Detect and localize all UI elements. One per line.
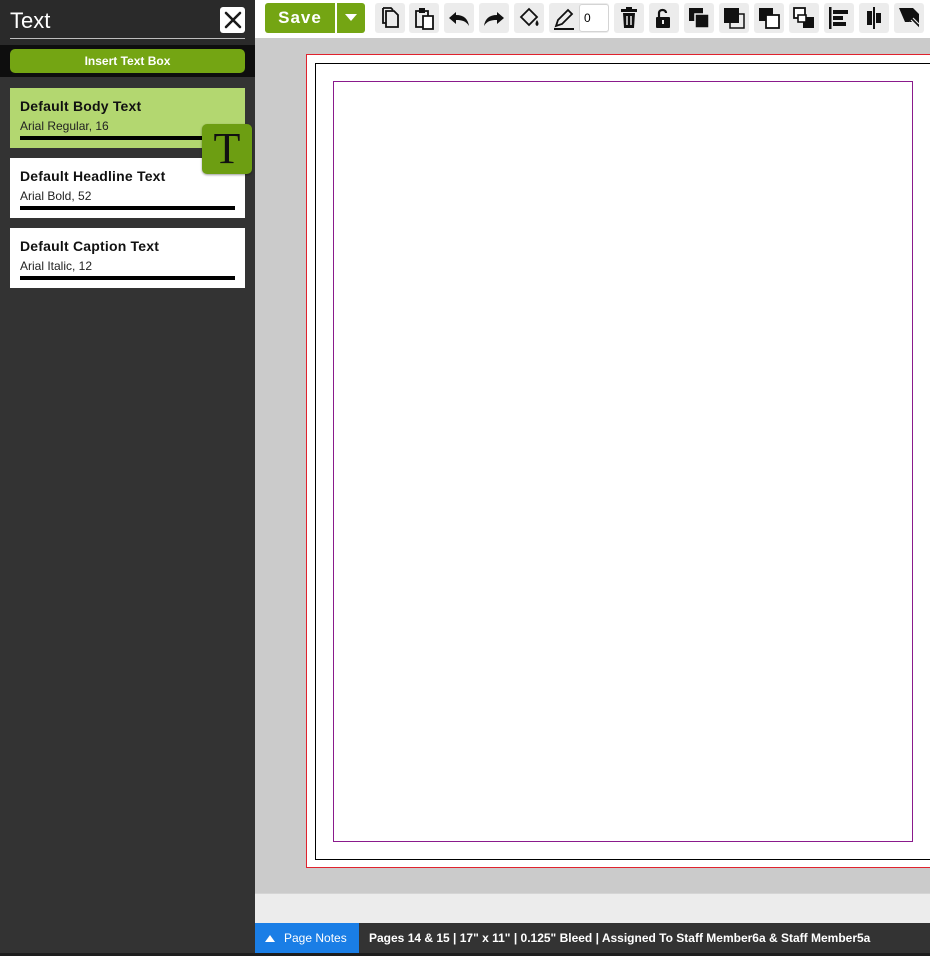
paste-icon [415,8,434,30]
style-name: Default Body Text [20,98,142,114]
close-icon [224,11,241,29]
toolbar: Save [255,0,930,38]
style-meta: Arial Italic, 12 [20,259,93,273]
style-name: Default Caption Text [20,238,160,254]
close-panel-button[interactable] [220,7,245,33]
delete-icon [621,7,637,28]
bring-to-front-button[interactable] [719,3,749,33]
lock-button[interactable] [649,3,679,33]
fill-icon [519,7,539,27]
style-meta: Arial Regular, 16 [20,119,109,133]
undo-button[interactable] [444,3,474,33]
redo-button[interactable] [479,3,509,33]
fill-color-button[interactable] [514,3,544,33]
chevron-down-icon [345,14,357,21]
shadow-button[interactable] [894,3,924,33]
page-info: Pages 14 & 15 | 17" x 11" | 0.125" Bleed… [369,931,871,945]
panel-title: Text [10,8,51,33]
page-notes-label: Page Notes [284,931,347,945]
page-canvas[interactable] [255,38,930,893]
style-rule [20,276,235,280]
safe-area-boundary [333,81,913,842]
canvas-footer [255,893,930,923]
bring-forward-icon [689,8,710,29]
status-bar: Page Notes Pages 14 & 15 | 17" x 11" | 0… [255,923,930,956]
unlock-icon [656,8,670,28]
align-center-icon [867,7,881,29]
panel-header: Text [0,0,255,45]
bring-forward-button[interactable] [684,3,714,33]
align-center-button[interactable] [859,3,889,33]
send-to-back-button[interactable] [789,3,819,33]
style-rule [20,206,235,210]
paste-button[interactable] [409,3,439,33]
copy-button[interactable] [375,3,405,33]
style-meta: Arial Bold, 52 [20,189,92,203]
copy-icon [382,7,399,28]
send-backward-icon [759,8,780,29]
stroke-icon [554,8,574,30]
align-left-icon [829,7,848,29]
title-divider [10,38,245,39]
insert-text-box-button[interactable]: Insert Text Box [10,49,245,73]
delete-button[interactable] [614,3,644,33]
bring-to-front-icon [724,8,745,29]
redo-icon [484,12,504,26]
stroke-width-input[interactable] [579,4,609,32]
send-backward-button[interactable] [754,3,784,33]
text-style-caption[interactable]: Default Caption Text Arial Italic, 12 [10,228,245,288]
style-name: Default Headline Text [20,168,166,184]
shadow-icon [899,8,920,29]
undo-icon [449,12,469,26]
chevron-up-icon [265,934,275,942]
save-options-button[interactable] [337,3,365,33]
align-left-button[interactable] [824,3,854,33]
send-to-back-icon [793,7,814,28]
save-button[interactable]: Save [265,3,335,33]
text-tool-icon[interactable]: T [202,124,252,174]
page-notes-button[interactable]: Page Notes [255,923,359,953]
